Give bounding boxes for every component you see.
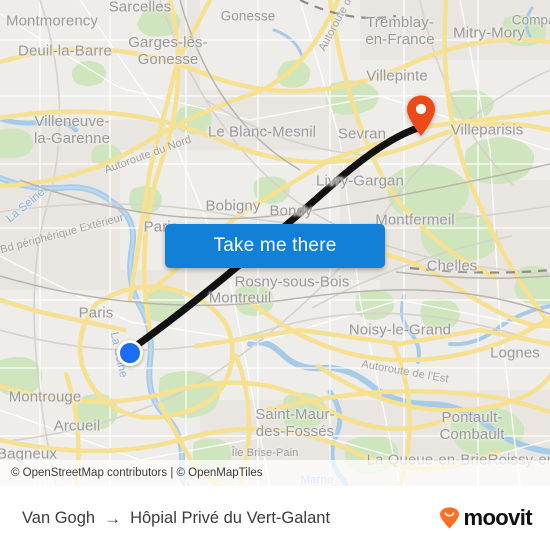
origin-marker[interactable] xyxy=(117,340,143,366)
route-summary: Van Gogh → Hôpial Privé du Vert-Galant xyxy=(22,509,330,528)
trip-footer-bar: Van Gogh → Hôpial Privé du Vert-Galant m… xyxy=(0,486,550,550)
origin-label: Van Gogh xyxy=(22,508,96,527)
arrow-right-icon: → xyxy=(104,508,122,528)
map-attribution: © OpenStreetMap contributors | © OpenMap… xyxy=(0,460,550,486)
moovit-trip-map-screen: Montmorency Sarcelles Deuil-la-Barre Garges… xyxy=(0,0,550,550)
moovit-pin-icon xyxy=(440,507,460,529)
moovit-wordmark: moovit xyxy=(463,505,532,530)
moovit-logo[interactable]: moovit xyxy=(439,505,533,530)
destination-label: Hôpial Privé du Vert-Galant xyxy=(130,508,331,527)
destination-marker-pin[interactable] xyxy=(406,95,436,142)
take-me-there-button[interactable]: Take me there xyxy=(165,224,385,268)
attribution-text: © OpenStreetMap contributors | © OpenMap… xyxy=(11,467,263,479)
map-canvas[interactable]: Montmorency Sarcelles Deuil-la-Barre Garges… xyxy=(0,0,550,486)
